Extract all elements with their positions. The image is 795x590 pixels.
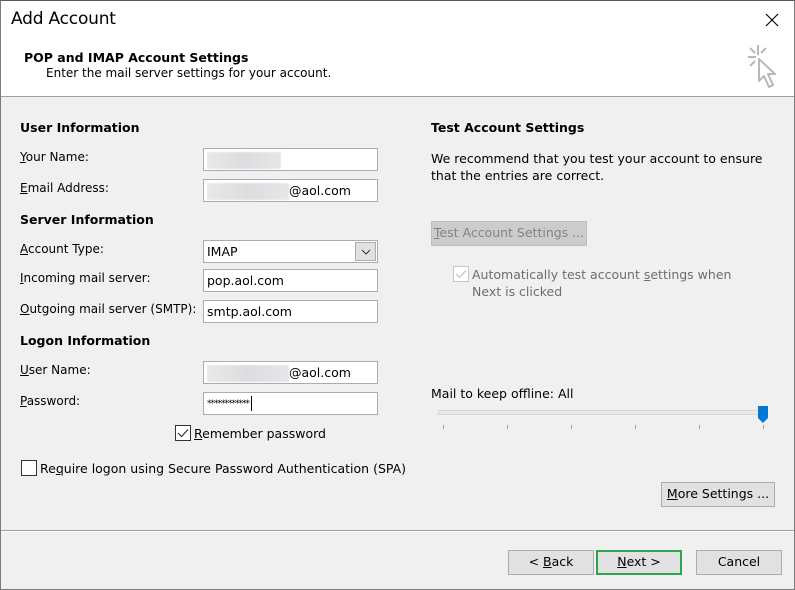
auto-test-checkbox[interactable] [453, 266, 469, 282]
server-information-heading: Server Information [20, 212, 154, 227]
username-domain: @aol.com [289, 365, 351, 380]
back-pre: < [528, 554, 544, 569]
account-type-value: IMAP [207, 244, 238, 259]
next-mnemonic: N [617, 554, 627, 569]
back-mnemonic: B [543, 554, 552, 569]
remember-label-text: emember password [202, 426, 326, 441]
dialog-header: Add Account POP and IMAP Account Setting… [1, 1, 794, 97]
your-name-label: Your Name: [20, 150, 89, 164]
redacted-username [207, 365, 289, 382]
spa-checkbox[interactable] [21, 460, 37, 476]
spa-label-pre: Re [40, 461, 56, 476]
spa-label[interactable]: Require logon using Secure Password Auth… [40, 461, 406, 476]
chevron-down-icon [361, 249, 370, 255]
account-type-select[interactable]: IMAP [203, 240, 378, 263]
cursor-click-icon [748, 45, 776, 88]
redacted-email [207, 183, 289, 200]
email-label-text: mail Address: [27, 181, 109, 195]
outgoing-server-input[interactable]: smtp.aol.com [203, 300, 378, 323]
password-value: ************ [207, 399, 250, 409]
test-account-settings-button[interactable]: Test Account Settings ... [431, 221, 587, 246]
incoming-label-text: ncoming mail server: [23, 271, 151, 285]
back-text: ack [551, 554, 574, 569]
email-mnemonic: E [20, 181, 28, 195]
email-address-label: Email Address: [20, 181, 109, 195]
test-settings-heading: Test Account Settings [431, 120, 585, 135]
username-label-text: ser Name: [28, 363, 91, 377]
email-address-input[interactable]: @aol.com [203, 179, 378, 202]
window-title: Add Account [11, 9, 116, 29]
add-account-dialog: Add Account POP and IMAP Account Setting… [0, 0, 795, 590]
user-information-heading: User Information [20, 120, 140, 135]
incoming-server-input[interactable]: pop.aol.com [203, 269, 378, 292]
auto-test-pre: Automatically test account [472, 267, 644, 282]
section-subtitle: Enter the mail server settings for your … [46, 66, 332, 80]
text-caret [251, 396, 252, 411]
more-settings-mnemonic: M [666, 486, 678, 501]
your-name-input[interactable] [203, 148, 378, 171]
section-title: POP and IMAP Account Settings [24, 50, 249, 65]
close-icon [765, 13, 779, 27]
slider-tick [571, 425, 572, 429]
back-button[interactable]: < Back [508, 550, 594, 575]
logon-information-heading: Logon Information [20, 333, 151, 348]
slider-tick [635, 425, 636, 429]
mail-offline-label: Mail to keep offline: [431, 386, 554, 401]
incoming-server-label: Incoming mail server: [20, 271, 151, 285]
password-label-text: assword: [26, 394, 81, 408]
password-mnemonic: P [20, 394, 27, 408]
cancel-button[interactable]: Cancel [696, 550, 782, 575]
account-type-dropdown-button[interactable] [355, 242, 376, 261]
slider-tick [507, 425, 508, 429]
auto-test-label[interactable]: Automatically test account settings when… [472, 266, 762, 300]
remember-mnemonic: R [194, 426, 203, 441]
next-text: ext > [626, 554, 661, 569]
password-input[interactable]: ************ [203, 392, 378, 415]
test-button-text: est Account Settings ... [439, 225, 585, 240]
email-domain: @aol.com [289, 183, 351, 198]
spa-label-text: uire logon using Secure Password Authent… [63, 461, 407, 476]
user-name-label: User Name: [20, 363, 91, 377]
account-type-label: Account Type: [20, 242, 104, 256]
outgoing-label-text: utgoing mail server (SMTP): [29, 302, 197, 316]
footer-divider [1, 530, 794, 532]
close-button[interactable] [760, 9, 784, 31]
spa-mnemonic: q [55, 461, 64, 476]
user-name-input[interactable]: @aol.com [203, 361, 378, 384]
remember-password-checkbox[interactable] [175, 425, 191, 441]
slider-tick [699, 425, 700, 429]
test-settings-description: We recommend that you test your account … [431, 151, 763, 183]
mail-offline-slider-track[interactable] [438, 410, 764, 415]
slider-tick [443, 425, 444, 429]
outgoing-server-label: Outgoing mail server (SMTP): [20, 302, 196, 316]
mail-offline-value: All [558, 386, 574, 401]
next-button[interactable]: Next > [596, 550, 682, 575]
username-mnemonic: U [20, 363, 29, 377]
your-name-label-text: our Name: [25, 150, 89, 164]
redacted-name [207, 152, 281, 169]
more-settings-button[interactable]: More Settings ... [661, 482, 775, 507]
password-label: Password: [20, 394, 80, 408]
mail-offline-slider-thumb[interactable] [758, 406, 768, 423]
remember-password-label[interactable]: Remember password [194, 426, 326, 441]
account-type-label-text: ccount Type: [28, 242, 104, 256]
account-type-mnemonic: A [20, 242, 28, 256]
checkmark-icon [455, 270, 467, 279]
checkmark-icon [177, 429, 189, 438]
slider-tick [763, 425, 764, 429]
more-settings-text: ore Settings ... [677, 486, 770, 501]
